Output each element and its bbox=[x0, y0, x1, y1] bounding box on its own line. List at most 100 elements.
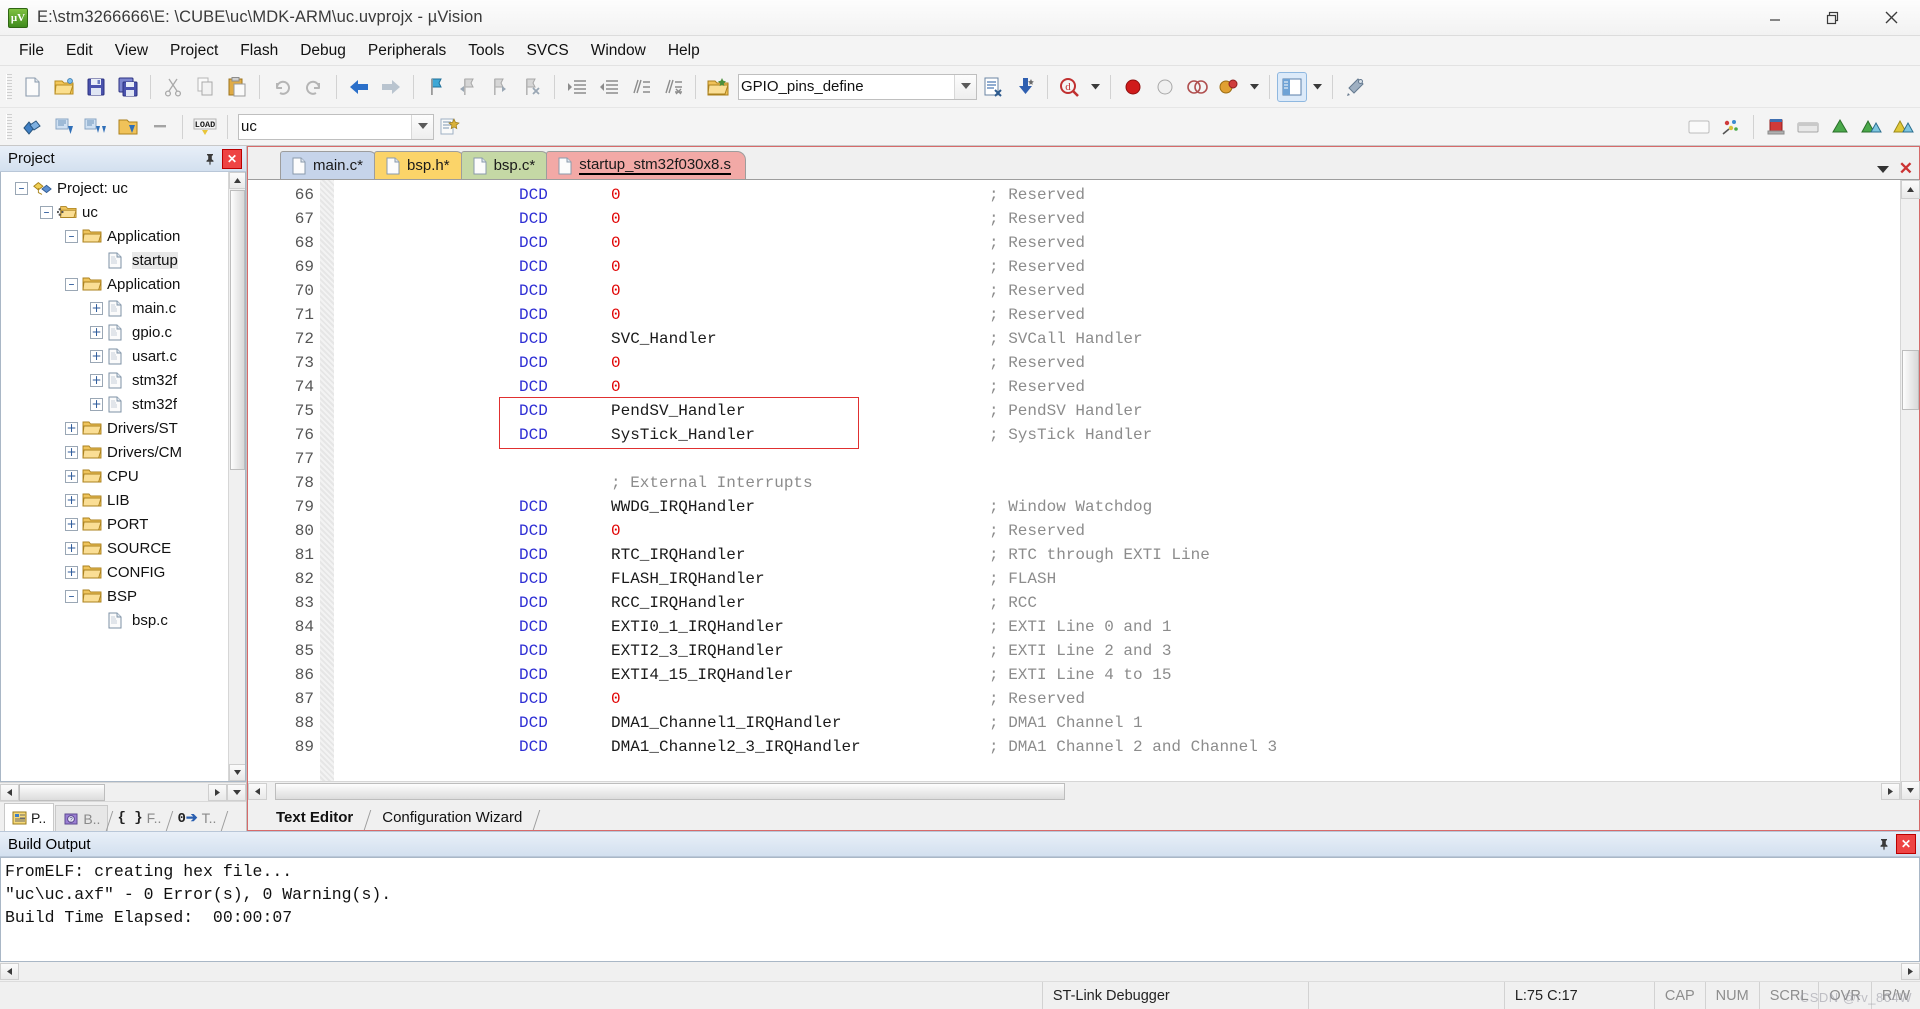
functions-icon[interactable] bbox=[1793, 112, 1823, 142]
toolbar-grip[interactable] bbox=[6, 113, 12, 140]
tab-configuration-wizard[interactable]: Configuration Wizard bbox=[368, 804, 536, 830]
collapse-icon[interactable]: – bbox=[65, 277, 78, 291]
save-icon[interactable] bbox=[81, 72, 111, 102]
expand-icon[interactable]: + bbox=[65, 517, 78, 531]
tab-text-editor[interactable]: Text Editor bbox=[262, 804, 367, 830]
book-icon[interactable] bbox=[1761, 112, 1791, 142]
menu-flash[interactable]: Flash bbox=[229, 38, 289, 64]
editor-tab-startup-s[interactable]: startup_stm32f030x8.s bbox=[546, 151, 747, 179]
expand-icon[interactable]: + bbox=[90, 325, 103, 339]
tree-item-gpio-c[interactable]: + gpio.c bbox=[1, 320, 228, 344]
menu-edit[interactable]: Edit bbox=[55, 38, 104, 64]
comment-icon[interactable] bbox=[626, 72, 656, 102]
translate-icon[interactable] bbox=[17, 112, 47, 142]
scrollbar-thumb[interactable] bbox=[19, 783, 105, 801]
editor-tab-main-c[interactable]: main.c* bbox=[280, 151, 379, 179]
scroll-down-icon[interactable] bbox=[1900, 781, 1920, 800]
save-all-icon[interactable] bbox=[113, 72, 143, 102]
tree-item-stm32f[interactable]: + stm32f bbox=[1, 392, 228, 416]
load-target-icon[interactable]: LOAD bbox=[190, 112, 220, 142]
menu-peripherals[interactable]: Peripherals bbox=[357, 38, 457, 64]
menu-view[interactable]: View bbox=[104, 38, 159, 64]
enable-breakpoints-icon[interactable] bbox=[1214, 72, 1244, 102]
expand-icon[interactable]: + bbox=[65, 421, 78, 435]
menu-help[interactable]: Help bbox=[657, 38, 711, 64]
collapse-icon[interactable]: – bbox=[40, 205, 53, 219]
manage-runtime-icon[interactable] bbox=[978, 72, 1008, 102]
close-icon[interactable]: ✕ bbox=[222, 148, 242, 169]
build-output-hscrollbar[interactable] bbox=[0, 962, 1920, 981]
breakpoint-margin[interactable] bbox=[320, 180, 334, 781]
scroll-right-icon[interactable] bbox=[208, 783, 227, 801]
close-button[interactable] bbox=[1862, 0, 1920, 36]
disable-breakpoint-icon[interactable] bbox=[1150, 72, 1180, 102]
scrollbar-thumb[interactable] bbox=[229, 190, 245, 470]
tree-item-source[interactable]: + SOURCE bbox=[1, 536, 228, 560]
menu-tools[interactable]: Tools bbox=[457, 38, 515, 64]
tree-item-stm32f[interactable]: + stm32f bbox=[1, 368, 228, 392]
expand-icon[interactable]: + bbox=[90, 397, 103, 411]
scroll-down-icon[interactable] bbox=[228, 764, 245, 781]
expand-icon[interactable]: + bbox=[65, 565, 78, 579]
scroll-up-icon[interactable] bbox=[228, 172, 245, 189]
tree-item-application[interactable]: – Application bbox=[1, 272, 228, 296]
cut-icon[interactable] bbox=[158, 72, 188, 102]
close-icon[interactable]: ✕ bbox=[1899, 159, 1913, 179]
scroll-left-icon[interactable] bbox=[0, 963, 19, 980]
start-debug-icon[interactable]: d bbox=[1055, 72, 1085, 102]
expand-icon[interactable]: + bbox=[65, 445, 78, 459]
indent-icon[interactable] bbox=[562, 72, 592, 102]
tree-item-drivers-st[interactable]: + Drivers/ST bbox=[1, 416, 228, 440]
scrollbar-thumb[interactable] bbox=[275, 782, 1065, 800]
undo-icon[interactable] bbox=[267, 72, 297, 102]
scroll-up-icon[interactable] bbox=[1900, 180, 1920, 199]
batch-build-icon[interactable] bbox=[113, 112, 143, 142]
redo-icon[interactable] bbox=[299, 72, 329, 102]
outdent-icon[interactable] bbox=[594, 72, 624, 102]
toolbar-grip[interactable] bbox=[6, 73, 12, 100]
tree-item-main-c[interactable]: + main.c bbox=[1, 296, 228, 320]
collapse-icon[interactable]: – bbox=[65, 229, 78, 243]
project-tree[interactable]: – Project: uc – uc – Application startup – Appli… bbox=[1, 172, 228, 781]
target-selector-combo[interactable]: GPIO_pins_define bbox=[738, 73, 977, 100]
tab-templates[interactable]: 0➔ T.. bbox=[170, 805, 223, 831]
build-icon[interactable] bbox=[49, 112, 79, 142]
chevron-down-icon[interactable] bbox=[1876, 165, 1889, 173]
tree-item-bsp-c[interactable]: bsp.c bbox=[1, 608, 228, 632]
expand-icon[interactable]: + bbox=[65, 469, 78, 483]
code-text[interactable]: DCD 0 ; Reserved DCD 0 ; Reserved DCD 0 ; Reserv… bbox=[334, 180, 1900, 781]
menu-file[interactable]: File bbox=[8, 38, 55, 64]
scrollbar-thumb[interactable] bbox=[1901, 350, 1919, 410]
manage-runtime-env-icon[interactable] bbox=[1716, 112, 1746, 142]
scroll-right-icon[interactable] bbox=[1901, 963, 1920, 980]
navigate-forward-icon[interactable] bbox=[376, 72, 406, 102]
breakpoints-dropdown-icon[interactable] bbox=[1246, 72, 1262, 102]
expand-icon[interactable]: + bbox=[65, 493, 78, 507]
code-hscrollbar[interactable] bbox=[248, 781, 1900, 800]
tab-functions[interactable]: { } F.. bbox=[110, 805, 168, 831]
tree-item-config[interactable]: + CONFIG bbox=[1, 560, 228, 584]
bookmark-clear-icon[interactable] bbox=[517, 72, 547, 102]
bookmark-prev-icon[interactable] bbox=[453, 72, 483, 102]
project-tree-hscrollbar[interactable] bbox=[0, 782, 246, 801]
tree-item-application[interactable]: – Application bbox=[1, 224, 228, 248]
project-selector-combo[interactable]: uc bbox=[238, 113, 434, 140]
configure-icon[interactable] bbox=[1340, 72, 1370, 102]
templates3-icon[interactable] bbox=[1889, 112, 1919, 142]
navigate-back-icon[interactable] bbox=[344, 72, 374, 102]
download-flash-icon[interactable] bbox=[1010, 72, 1040, 102]
editor-tab-bsp-c[interactable]: bsp.c* bbox=[460, 151, 551, 179]
scroll-dropdown-icon[interactable] bbox=[227, 783, 246, 801]
expand-icon[interactable]: + bbox=[65, 541, 78, 555]
build-output-text[interactable]: FromELF: creating hex file... "uc\uc.axf… bbox=[0, 857, 1920, 962]
target-options-icon[interactable] bbox=[703, 72, 733, 102]
expand-icon[interactable]: + bbox=[90, 301, 103, 315]
project-tree-vscrollbar[interactable] bbox=[228, 172, 245, 781]
chevron-down-icon[interactable] bbox=[954, 74, 976, 99]
tree-item-cpu[interactable]: + CPU bbox=[1, 464, 228, 488]
scroll-right-icon[interactable] bbox=[1881, 782, 1900, 800]
pin-icon[interactable] bbox=[1874, 834, 1894, 854]
tree-item-lib[interactable]: + LIB bbox=[1, 488, 228, 512]
tree-item-usart-c[interactable]: + usart.c bbox=[1, 344, 228, 368]
code-viewport[interactable]: 66 67 68 69 70 71 72 73 74 75 76 77 78 79 80 81 82 83 84 85… bbox=[248, 180, 1900, 781]
